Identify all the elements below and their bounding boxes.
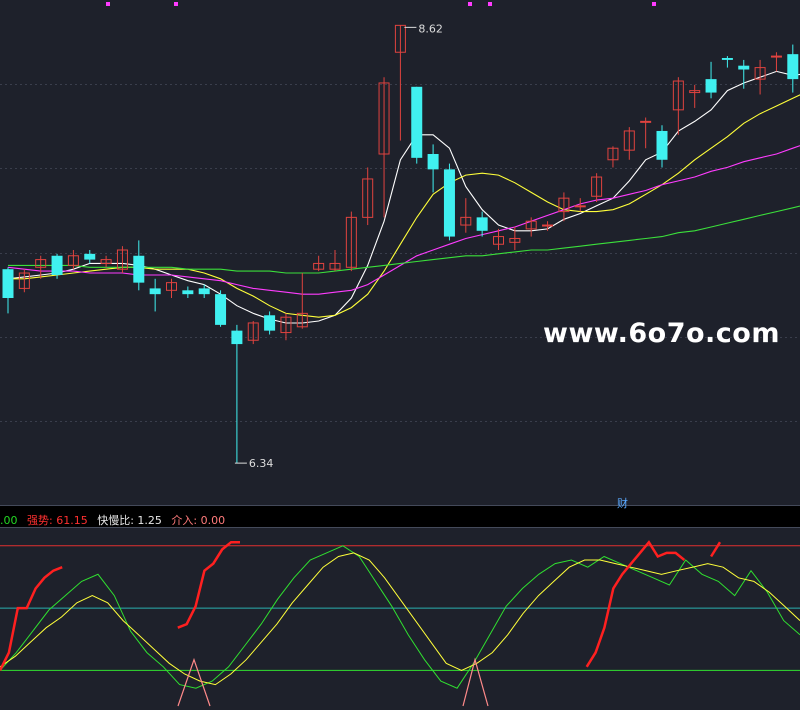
candle-body-up [542,224,554,227]
top-marker [106,2,110,6]
top-marker [174,2,178,6]
candle-body-up [770,55,782,58]
candle-body-down [182,290,194,295]
legend-strength: 强势: 61.15 [27,514,88,527]
candle-body-down [656,130,668,160]
candle-body-down [721,58,733,60]
candle-body-down [476,217,488,231]
stock-chart: 8.62 6.34 [0,0,800,710]
candle-body-down [149,288,161,295]
candle-body-down [787,54,799,80]
legend-value-0: .00 [0,514,18,527]
candle-body-down [264,315,276,331]
candle-body-down [198,288,210,295]
high-price-label: 8.62 [418,22,443,35]
candle-body-down [411,86,423,158]
candle-body-up [640,120,652,123]
candle-body-down [215,294,227,325]
finance-marker: 财 [617,497,628,510]
candle-body-down [443,169,455,237]
candle-body-up [574,205,586,208]
candle-body-down [705,79,717,93]
top-marker [652,2,656,6]
watermark: www.6o7o.com [543,318,780,349]
indicator-legend: .00 强势: 61.15 快慢比: 1.25 介入: 0.00 [0,512,231,528]
candle-body-down [427,154,439,170]
candle-body-down [231,330,243,345]
legend-fast-slow-ratio: 快慢比: 1.25 [97,514,162,527]
top-marker [468,2,472,6]
candle-body-down [84,253,96,260]
candle-body-down [738,65,750,70]
legend-entry: 介入: 0.00 [171,514,226,527]
candle-body-down [2,269,14,298]
top-marker [488,2,492,6]
low-price-label: 6.34 [249,457,274,470]
candle-body-down [51,255,63,275]
candle-body-down [133,255,145,283]
